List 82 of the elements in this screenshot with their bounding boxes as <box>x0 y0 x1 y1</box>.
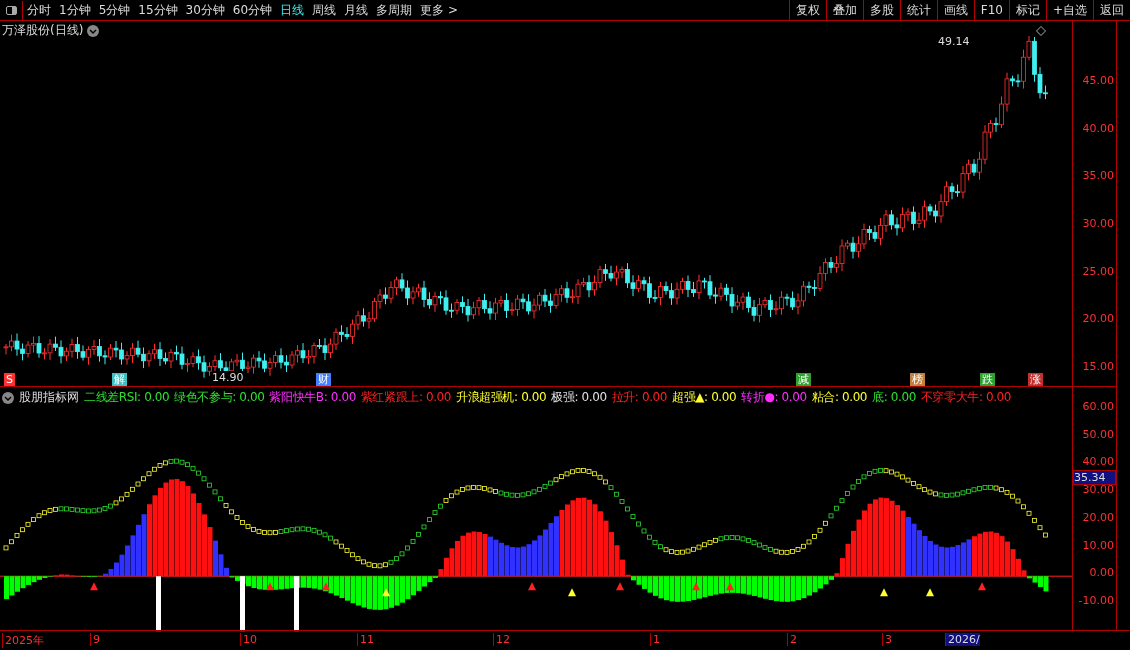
indicator-tick-label: 10.00 <box>1082 538 1114 551</box>
indicator-tick-label: 50.00 <box>1082 427 1114 441</box>
period-tab[interactable]: 1分钟 <box>55 1 95 19</box>
toolbar-button[interactable]: 叠加 <box>825 0 863 20</box>
toolbar-button[interactable]: F10 <box>973 0 1009 20</box>
dropdown-icon[interactable] <box>2 391 14 404</box>
triangle-marker <box>880 588 888 597</box>
price-tick-label: 30.00 <box>1082 216 1114 230</box>
date-axis-label: 2026/ <box>945 633 980 646</box>
period-tab[interactable]: 更多 > <box>416 1 462 19</box>
indicator-readout: 不穿零大牛: 0.00 <box>920 389 1012 406</box>
indicator-tick-label: 30.00 <box>1082 482 1114 496</box>
period-tab[interactable]: 5分钟 <box>94 1 135 19</box>
triangle-marker <box>692 582 700 591</box>
indicator-tick-label: 40.00 <box>1082 454 1114 468</box>
date-axis-label: 2025年 <box>2 633 44 648</box>
indicator-readout: 极强: 0.00 <box>551 389 607 406</box>
price-tick-label: 35.00 <box>1082 168 1114 182</box>
chart-title: 万泽股份(日线) <box>2 22 84 39</box>
triangle-marker <box>978 582 986 591</box>
toolbar-button[interactable]: 复权 <box>788 0 826 20</box>
price-tick-label: 15.00 <box>1082 359 1114 373</box>
event-marker[interactable]: 涨 <box>1028 373 1043 386</box>
price-tick-label: 20.00 <box>1082 311 1114 325</box>
period-tab[interactable]: 周线 <box>308 1 341 19</box>
event-marker[interactable]: S <box>4 373 15 386</box>
indicator-readout: 绿色不参与: 0.00 <box>174 389 265 406</box>
indicator-readout: 拉升: 0.00 <box>611 389 668 406</box>
triangle-marker <box>382 588 390 597</box>
toolbar-button[interactable]: 画线 <box>936 0 974 20</box>
period-tab[interactable]: 30分钟 <box>181 1 229 19</box>
triangle-marker <box>528 582 536 591</box>
dropdown-icon[interactable] <box>87 24 100 37</box>
date-axis-label: 1 <box>650 633 660 646</box>
toolbar-button[interactable]: +自选 <box>1045 0 1093 20</box>
date-axis-label: 11 <box>357 633 374 646</box>
date-axis-label: 12 <box>493 633 510 646</box>
triangle-marker <box>616 582 624 591</box>
triangle-marker <box>926 588 934 597</box>
period-tab[interactable]: 15分钟 <box>134 1 182 19</box>
signal-bar <box>294 576 299 632</box>
diamond-icon[interactable] <box>1036 26 1046 36</box>
indicator-readout: 转折●: 0.00 <box>741 389 807 406</box>
indicator-readout: 紫阳快牛B: 0.00 <box>269 389 356 406</box>
period-tab[interactable]: 多周期 <box>372 1 417 19</box>
period-tab[interactable]: 日线 <box>276 1 309 19</box>
indicator-tick-label: -10.00 <box>1078 593 1114 607</box>
event-marker[interactable]: 财 <box>316 373 331 386</box>
price-tick-label: 25.00 <box>1082 264 1114 278</box>
period-tab[interactable]: 分时 <box>23 1 55 19</box>
date-axis-label: 2 <box>787 633 797 646</box>
date-axis-label: 9 <box>90 633 100 646</box>
price-tick-label: 40.00 <box>1082 121 1114 135</box>
current-value-label: 35.34 <box>1073 470 1116 485</box>
toolbar-button[interactable]: 返回 <box>1093 0 1130 20</box>
triangle-marker <box>90 582 98 591</box>
signal-bar <box>240 576 245 632</box>
date-axis-label: 3 <box>882 633 892 646</box>
signal-bar <box>156 576 161 632</box>
indicator-tick-label: 20.00 <box>1082 510 1114 524</box>
indicator-tick-label: 60.00 <box>1082 399 1114 413</box>
indicator-readout: 超强▲: 0.00 <box>672 389 737 406</box>
indicator-readout: 底: 0.00 <box>872 389 916 406</box>
toolbar-button[interactable]: 统计 <box>899 0 937 20</box>
triangle-marker <box>726 582 734 591</box>
indicator-readout: 二线差RSI: 0.00 <box>84 389 170 406</box>
indicator-tick-label: 0.00 <box>1089 565 1114 579</box>
triangle-marker <box>322 582 330 591</box>
indicator-readout: 紫红紧跟上: 0.00 <box>360 389 452 406</box>
triangle-marker <box>568 588 576 597</box>
toolbar-button[interactable]: 多股 <box>862 0 900 20</box>
indicator-name: 股朋指标网 <box>19 389 79 406</box>
period-tab[interactable]: 月线 <box>340 1 373 19</box>
indicator-readout: 粘合: 0.00 <box>811 389 868 406</box>
indicator-readout: 升浪超强机: 0.00 <box>456 389 547 406</box>
high-price-label: 49.14 <box>938 35 970 48</box>
toolbar-button[interactable]: 标记 <box>1008 0 1046 20</box>
low-price-label: 14.90 <box>212 371 244 384</box>
price-tick-label: 45.00 <box>1082 73 1114 87</box>
triangle-marker <box>266 582 274 591</box>
period-tab[interactable]: 60分钟 <box>228 1 277 19</box>
date-axis-label: 10 <box>240 633 257 646</box>
